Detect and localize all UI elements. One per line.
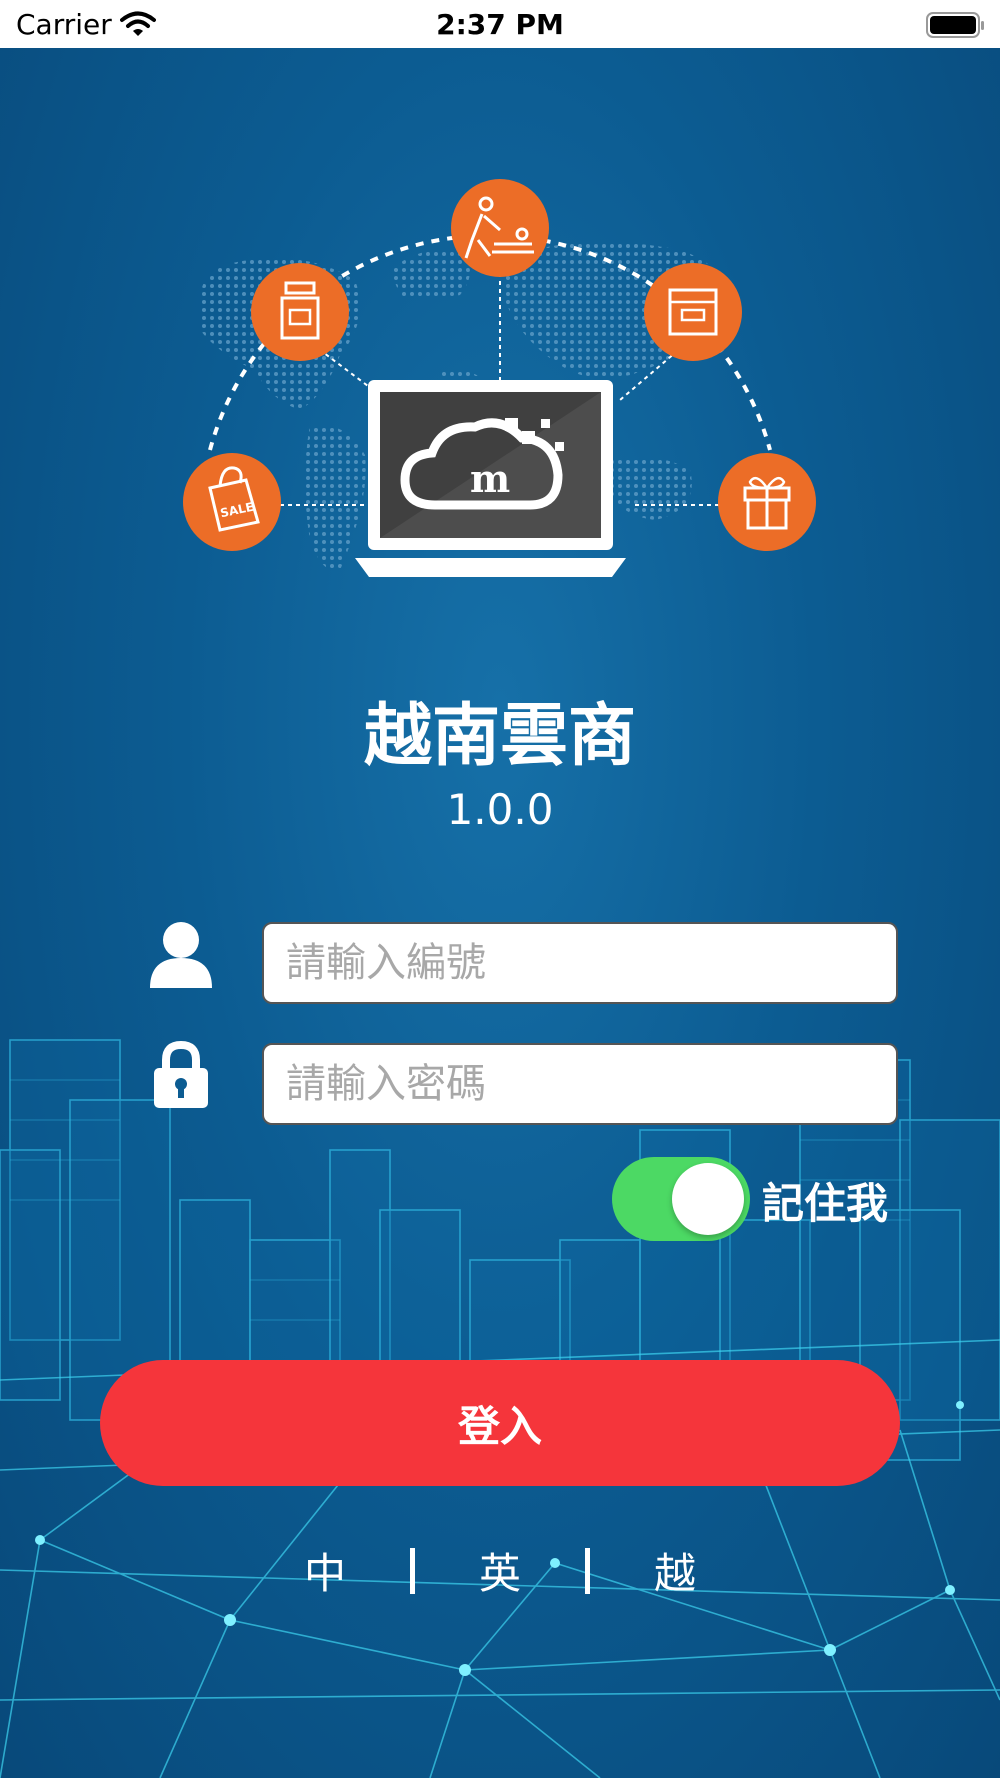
gift-box-icon (718, 453, 816, 551)
remember-me-label: 記住我 (762, 1179, 889, 1228)
toggle-knob (672, 1163, 744, 1235)
login-screen: Carrier 2:37 PM m SALE 越南雲商 1.0.0 請輸入編號 … (0, 0, 1000, 1778)
user-icon (150, 922, 212, 988)
status-time: 2:37 PM (436, 8, 564, 41)
hero-illustration: m SALE (183, 179, 816, 577)
id-input[interactable] (264, 940, 896, 986)
massage-icon (451, 179, 549, 277)
sale-bag-icon: SALE (183, 453, 281, 551)
password-input[interactable] (264, 1061, 896, 1107)
lang-divider (585, 1548, 590, 1594)
lock-icon (154, 1040, 208, 1108)
status-bar: Carrier 2:37 PM (0, 0, 1000, 48)
svg-text:m: m (470, 456, 510, 501)
login-button[interactable]: 登入 (100, 1360, 900, 1486)
package-box-icon (644, 263, 742, 361)
lang-english[interactable]: 英 (475, 1540, 525, 1601)
lang-chinese[interactable]: 中 (300, 1540, 350, 1601)
bottle-icon (251, 263, 349, 361)
password-field[interactable] (262, 1043, 898, 1125)
lang-vietnamese[interactable]: 越 (650, 1540, 700, 1601)
remember-me-toggle[interactable] (612, 1157, 750, 1241)
laptop-cloud-logo: m (355, 380, 626, 577)
id-field[interactable] (262, 922, 898, 1004)
battery-icon (926, 12, 984, 38)
app-version: 1.0.0 (446, 785, 554, 834)
app-title: 越南雲商 (363, 697, 636, 776)
lang-divider (410, 1548, 415, 1594)
